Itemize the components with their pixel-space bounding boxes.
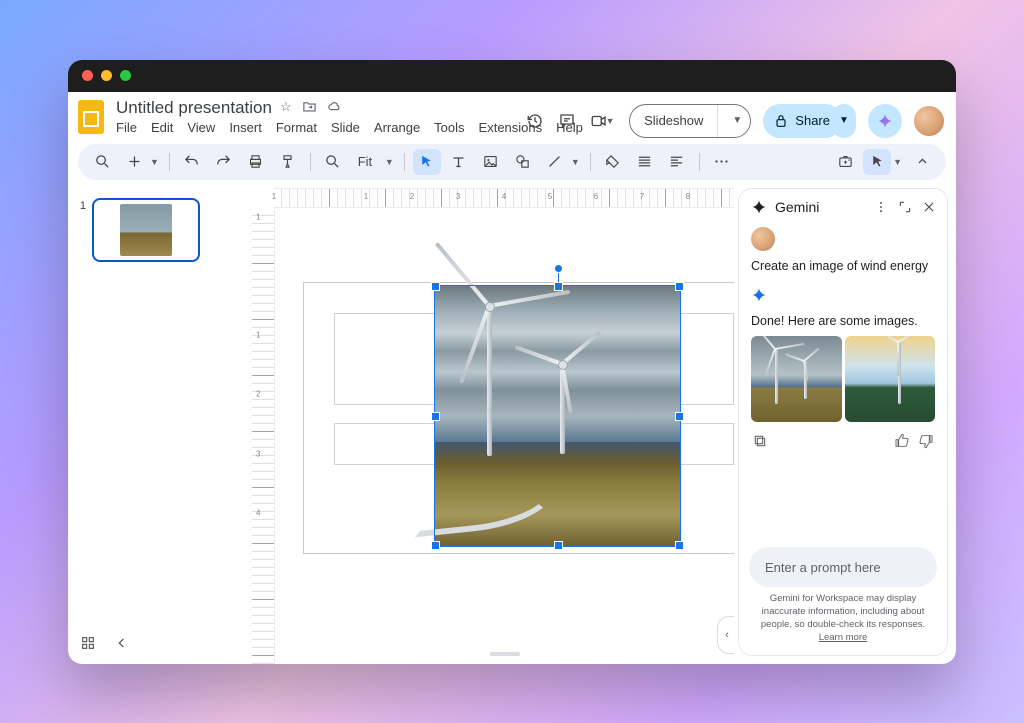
app-header: Untitled presentation ☆ File: [68, 92, 956, 140]
share-dropdown[interactable]: ▼: [832, 104, 856, 138]
menu-view[interactable]: View: [187, 120, 215, 135]
slides-logo-icon[interactable]: [78, 100, 106, 134]
prompt-placeholder: Enter a prompt here: [765, 560, 881, 575]
resize-handle-tr[interactable]: [675, 282, 684, 291]
line-spacing-button[interactable]: [663, 149, 691, 175]
slide-number: 1: [78, 200, 86, 262]
gemini-panel: Gemini Create an image of wind energy Do…: [738, 188, 948, 656]
resize-handle-r[interactable]: [675, 412, 684, 421]
resize-handle-t[interactable]: [554, 282, 563, 291]
slide-canvas[interactable]: ‹: [275, 208, 734, 664]
new-slide-button[interactable]: [120, 149, 148, 175]
cloud-status-icon[interactable]: [327, 99, 342, 117]
vertical-ruler[interactable]: 1 1 2 3 4: [252, 208, 275, 664]
canvas-area: 1 1 2 3 4 5 6 7 8 1: [252, 188, 734, 664]
user-avatar-small: [751, 227, 775, 251]
resize-handle-tl[interactable]: [431, 282, 440, 291]
panel-close-icon[interactable]: [921, 199, 937, 215]
desktop-wallpaper: Untitled presentation ☆ File: [0, 0, 1024, 723]
undo-button[interactable]: [178, 149, 206, 175]
resize-handle-l[interactable]: [431, 412, 440, 421]
more-button[interactable]: [708, 149, 736, 175]
panel-more-icon[interactable]: [873, 199, 889, 215]
paint-format-button[interactable]: [274, 149, 302, 175]
gemini-response-icon: [751, 287, 767, 303]
window-zoom-button[interactable]: [120, 70, 131, 81]
menu-file[interactable]: File: [116, 120, 137, 135]
collapse-toolbar-button[interactable]: [908, 149, 936, 175]
lock-icon: [773, 113, 789, 129]
gemini-response-text: Done! Here are some images.: [751, 314, 935, 328]
menu-arrange[interactable]: Arrange: [374, 120, 420, 135]
menu-insert[interactable]: Insert: [229, 120, 262, 135]
selected-image[interactable]: [435, 286, 680, 546]
gemini-disclaimer: Gemini for Workspace may display inaccur…: [739, 593, 947, 654]
side-panel-toggle[interactable]: ‹: [717, 616, 734, 654]
slideshow-dropdown[interactable]: ▼: [724, 115, 750, 126]
menu-edit[interactable]: Edit: [151, 120, 173, 135]
generated-image-1[interactable]: [751, 336, 842, 422]
app-window: Untitled presentation ☆ File: [68, 60, 956, 664]
pointer-button[interactable]: [863, 149, 891, 175]
copy-images-icon[interactable]: [751, 432, 769, 450]
zoom-dropdown[interactable]: ▼: [385, 157, 396, 167]
menu-bar: File Edit View Insert Format Slide Arran…: [116, 120, 515, 135]
menu-format[interactable]: Format: [276, 120, 317, 135]
gemini-prompt-input[interactable]: Enter a prompt here: [749, 547, 937, 587]
align-button[interactable]: [631, 149, 659, 175]
user-prompt-text: Create an image of wind energy: [751, 259, 935, 273]
menu-tools[interactable]: Tools: [434, 120, 464, 135]
gemini-button[interactable]: [868, 104, 902, 138]
learn-more-link[interactable]: Learn more: [819, 632, 868, 643]
line-dropdown[interactable]: ▼: [571, 157, 582, 167]
line-button[interactable]: [541, 149, 569, 175]
speaker-notes-grip[interactable]: [490, 652, 520, 656]
panel-expand-icon[interactable]: [897, 199, 913, 215]
collapse-rail-button[interactable]: [114, 635, 130, 656]
resize-handle-br[interactable]: [675, 541, 684, 550]
slideshow-button[interactable]: Slideshow ▼: [629, 104, 751, 138]
search-menu-button[interactable]: [88, 149, 116, 175]
text-box-button[interactable]: [445, 149, 473, 175]
gemini-title: Gemini: [775, 199, 819, 215]
toolbar: ▼ Fit ▼ ▼: [78, 144, 946, 180]
thumbs-down-icon[interactable]: [917, 432, 935, 450]
resize-handle-bl[interactable]: [431, 541, 440, 550]
star-icon[interactable]: ☆: [280, 99, 292, 117]
horizontal-ruler[interactable]: 1 1 2 3 4 5 6 7 8: [274, 188, 734, 208]
account-avatar[interactable]: [914, 106, 944, 136]
camera-button[interactable]: [831, 149, 859, 175]
menu-slide[interactable]: Slide: [331, 120, 360, 135]
redo-button[interactable]: [210, 149, 238, 175]
share-label: Share: [795, 113, 830, 128]
window-close-button[interactable]: [82, 70, 93, 81]
thumbs-up-icon[interactable]: [893, 432, 911, 450]
move-folder-icon[interactable]: [302, 99, 317, 117]
gemini-spark-icon: [751, 199, 767, 215]
pointer-dropdown[interactable]: ▼: [893, 157, 904, 167]
grid-view-button[interactable]: [80, 635, 96, 656]
document-title[interactable]: Untitled presentation: [116, 98, 272, 118]
window-minimize-button[interactable]: [101, 70, 112, 81]
shape-button[interactable]: [509, 149, 537, 175]
select-tool[interactable]: [413, 149, 441, 175]
image-button[interactable]: [477, 149, 505, 175]
thumbnail-rail: 1: [68, 188, 252, 664]
window-titlebar: [68, 60, 956, 92]
resize-handle-b[interactable]: [554, 541, 563, 550]
zoom-button[interactable]: [319, 149, 347, 175]
share-button[interactable]: Share: [763, 104, 842, 138]
zoom-level[interactable]: Fit: [351, 149, 383, 175]
slideshow-label: Slideshow: [630, 105, 718, 137]
comments-icon[interactable]: [557, 111, 577, 131]
meet-icon[interactable]: ▼: [589, 111, 617, 131]
comment-button[interactable]: [599, 149, 627, 175]
generated-image-2[interactable]: [845, 336, 936, 422]
print-button[interactable]: [242, 149, 270, 175]
slide-thumbnail-1[interactable]: [92, 198, 200, 262]
new-slide-dropdown[interactable]: ▼: [150, 157, 161, 167]
history-icon[interactable]: [525, 111, 545, 131]
rotate-handle[interactable]: [554, 264, 563, 273]
